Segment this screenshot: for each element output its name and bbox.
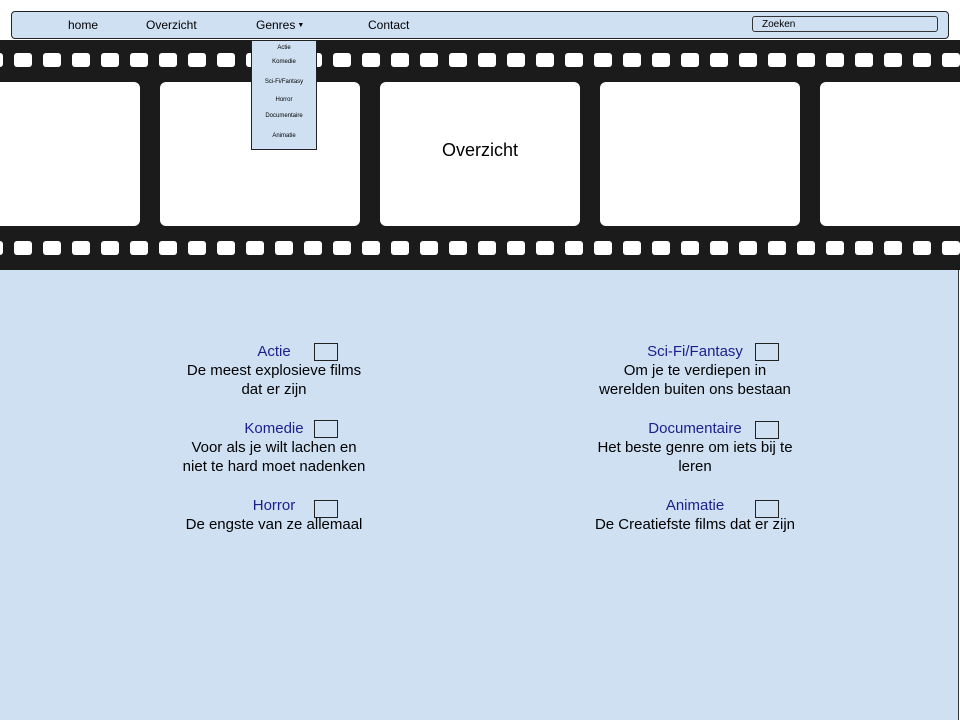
genre-checkbox-horror[interactable]	[314, 500, 338, 518]
top-navigation-bar: home Overzicht Genres ▼ Contact	[11, 11, 949, 39]
genre-title-actie[interactable]: Actie	[154, 342, 394, 361]
dropdown-item-animatie[interactable]: Animatie	[252, 133, 316, 139]
search-input[interactable]	[752, 16, 938, 32]
genre-title-animatie[interactable]: Animatie	[575, 496, 815, 515]
genre-card-actie: Actie De meest explosieve films dat er z…	[154, 342, 394, 399]
genre-checkbox-animatie[interactable]	[755, 500, 779, 518]
genre-description-line: De Creatiefste films dat er zijn	[594, 516, 796, 533]
dropdown-item-actie[interactable]: Actie	[252, 45, 316, 51]
genre-card-horror: Horror De engste van ze allemaal	[154, 496, 394, 534]
genre-checkbox-documentaire[interactable]	[755, 421, 779, 439]
genre-description-line: Het beste genre om iets bij te	[597, 439, 793, 456]
genre-description-line: De meest explosieve films	[186, 362, 362, 379]
nav-overzicht-link[interactable]: Overzicht	[146, 18, 197, 32]
genre-description-line: Voor als je wilt lachen en	[191, 439, 357, 456]
dropdown-item-scifi-fantasy[interactable]: Sci-Fi/Fantasy	[252, 79, 316, 85]
genre-description-line: leren	[678, 458, 712, 475]
genre-checkbox-scifi-fantasy[interactable]	[755, 343, 779, 361]
genre-title-horror[interactable]: Horror	[154, 496, 394, 515]
genre-card-scifi-fantasy: Sci-Fi/Fantasy Om je te verdiepen in wer…	[575, 342, 815, 399]
dropdown-item-documentaire[interactable]: Documentaire	[252, 113, 316, 119]
genre-description-line: dat er zijn	[241, 381, 307, 398]
banner-title: Overzicht	[441, 140, 519, 160]
nav-genres-menu[interactable]: Genres ▼	[256, 18, 304, 32]
genre-title-scifi-fantasy[interactable]: Sci-Fi/Fantasy	[575, 342, 815, 361]
genre-description-line: werelden buiten ons bestaan	[599, 381, 791, 398]
genres-dropdown-menu: Actie Komedie Sci-Fi/Fantasy Horror Docu…	[251, 40, 317, 150]
genre-title-documentaire[interactable]: Documentaire	[575, 419, 815, 438]
dropdown-item-komedie[interactable]: Komedie	[252, 59, 316, 65]
genre-card-komedie: Komedie Voor als je wilt lachen en niet …	[154, 419, 394, 476]
nav-home-link[interactable]: home	[68, 18, 98, 32]
genre-title-komedie[interactable]: Komedie	[154, 419, 394, 438]
nav-contact-link[interactable]: Contact	[368, 18, 409, 32]
genre-description-line: niet te hard moet nadenken	[182, 458, 366, 475]
genre-description-line: De engste van ze allemaal	[185, 516, 363, 533]
nav-genres-label: Genres	[256, 18, 296, 32]
genre-overview-panel: Actie De meest explosieve films dat er z…	[0, 270, 959, 720]
genre-card-documentaire: Documentaire Het beste genre om iets bij…	[575, 419, 815, 476]
genre-checkbox-komedie[interactable]	[314, 420, 338, 438]
genre-card-animatie: Animatie De Creatiefste films dat er zij…	[575, 496, 815, 534]
caret-down-icon: ▼	[297, 22, 305, 30]
dropdown-item-horror[interactable]: Horror	[252, 97, 316, 103]
genre-checkbox-actie[interactable]	[314, 343, 338, 361]
genre-description-line: Om je te verdiepen in	[623, 362, 767, 379]
